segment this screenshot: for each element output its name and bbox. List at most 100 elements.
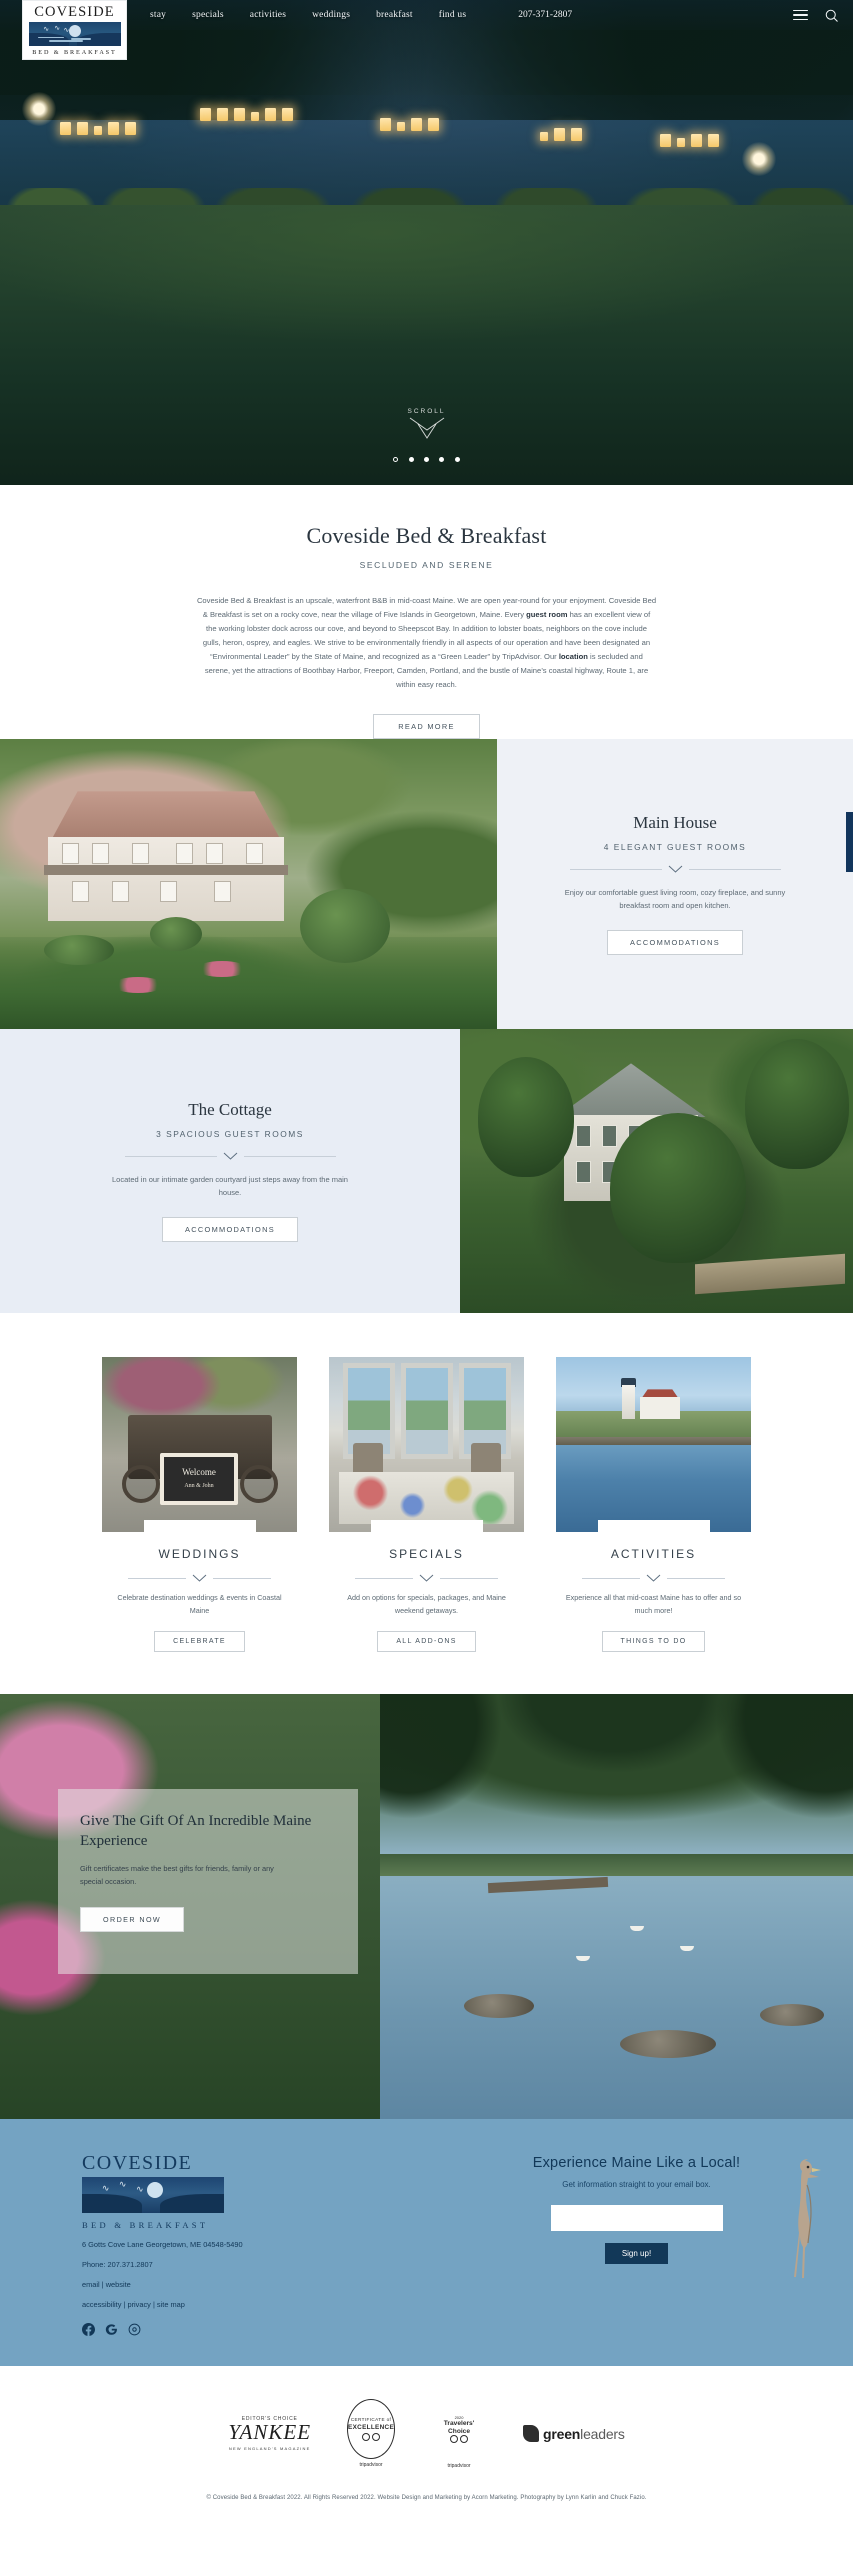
chevron-down-icon <box>192 1574 207 1583</box>
intro-kicker: SECLUDED AND SERENE <box>359 560 494 570</box>
google-icon[interactable] <box>105 2323 118 2336</box>
footer-link-privacy[interactable]: privacy <box>127 2300 150 2309</box>
footer-newsletter-column: Experience Maine Like a Local! Get infor… <box>420 2153 853 2336</box>
nav-link-stay[interactable]: stay <box>150 10 166 20</box>
hero-window-row-left <box>60 122 136 135</box>
card-activities[interactable]: ACTIVITIES Experience all that mid-coast… <box>556 1357 751 1652</box>
footer-social-row <box>82 2323 420 2337</box>
gift-cove-photo <box>380 1693 853 2119</box>
read-more-button[interactable]: READ MORE <box>373 714 480 740</box>
logo-tagline: BED & BREAKFAST <box>32 49 117 56</box>
carousel-dot-1[interactable] <box>393 457 399 462</box>
cottage-section: The Cottage 3 SPACIOUS GUEST ROOMS Locat… <box>0 1029 853 1314</box>
hero-window-row-right <box>660 134 719 147</box>
nav-link-breakfast[interactable]: breakfast <box>376 10 413 20</box>
scroll-cue[interactable]: SCROLL <box>0 408 853 439</box>
cottage-body: Located in our intimate garden courtyard… <box>112 1175 348 1198</box>
hero-lamp-glow-right <box>742 142 776 176</box>
tripadvisor-icon[interactable] <box>128 2323 141 2336</box>
hero-slideshow[interactable]: stay specials activities weddings breakf… <box>0 0 853 485</box>
hero-lamp-glow-left <box>22 92 56 126</box>
facebook-icon[interactable] <box>82 2323 95 2337</box>
card-specials-button[interactable]: ALL ADD-ONS <box>377 1630 476 1652</box>
nav-phone-number[interactable]: 207-371-2807 <box>518 10 572 20</box>
card-activities-button[interactable]: THINGS TO DO <box>601 1630 706 1652</box>
main-house-body: Enjoy our comfortable guest living room,… <box>564 888 786 911</box>
tripadvisor-certificate-badge: CERTIFICATE of EXCELLENCE tripadvisor <box>347 2399 396 2468</box>
footer-phone[interactable]: Phone: 207.371.2807 <box>82 2259 420 2270</box>
heron-illustration <box>794 2158 821 2278</box>
footer-contact-column: COVESIDE ∿ ∿ ∿ BED & BREAKFAST 6 Gotts C… <box>0 2151 420 2337</box>
nav-link-weddings[interactable]: weddings <box>312 10 350 20</box>
scroll-label: SCROLL <box>407 408 446 415</box>
yankee-badge-sub: NEW ENGLAND'S MAGAZINE <box>228 2446 311 2452</box>
card-specials[interactable]: SPECIALS Add on options for specials, pa… <box>329 1357 524 1652</box>
footer-link-site-map[interactable]: site map <box>157 2300 185 2309</box>
feature-cards-section: Welcome Ann & John WEDDINGS Celebrate de… <box>0 1313 853 1694</box>
chevron-down-icon <box>668 865 682 873</box>
card-weddings-body: Celebrate destination weddings & events … <box>117 1593 282 1615</box>
travelers-choice-brand: tripadvisor <box>447 2463 471 2470</box>
site-footer: COVESIDE ∿ ∿ ∿ BED & BREAKFAST 6 Gotts C… <box>0 2118 853 2367</box>
travelers-choice-line-2: Choice <box>448 2427 471 2435</box>
certificate-line-2: EXCELLENCE <box>348 2424 395 2432</box>
tripadvisor-travelers-choice-badge: 2020 Travelers' Choice tripadvisor <box>431 2398 487 2469</box>
intro-paragraph: Coveside Bed & Breakfast is an upscale, … <box>197 594 657 692</box>
hero-lawn <box>0 205 853 485</box>
card-weddings-button[interactable]: CELEBRATE <box>154 1630 245 1652</box>
nav-link-activities[interactable]: activities <box>250 10 286 20</box>
chevron-down-icon <box>409 417 444 439</box>
newsletter-email-input[interactable] <box>550 2204 723 2231</box>
footer-links-row-2: accessibility | privacy | site map <box>82 2300 185 2310</box>
greenleaders-bold: green <box>543 2425 581 2442</box>
newsletter-signup-button[interactable]: Sign up! <box>604 2242 669 2264</box>
wedding-sign-top: Welcome <box>182 1467 216 1478</box>
site-logo[interactable]: COVESIDE ∿ ∿ ∿ BED & BREAKFAST <box>22 0 127 60</box>
carousel-dot-4[interactable] <box>439 457 445 462</box>
card-activities-divider <box>556 1574 751 1583</box>
footer-link-email[interactable]: email <box>82 2280 100 2289</box>
footer-logo-wordmark: COVESIDE <box>82 2151 193 2174</box>
side-accent-tab <box>846 812 853 873</box>
carousel-dot-2[interactable] <box>408 457 414 462</box>
card-weddings[interactable]: Welcome Ann & John WEDDINGS Celebrate de… <box>102 1357 297 1652</box>
footer-address: 6 Gotts Cove Lane Georgetown, ME 04548-5… <box>82 2239 243 2249</box>
homepage: stay specials activities weddings breakf… <box>0 0 853 2518</box>
activities-photo <box>556 1357 751 1533</box>
tripadvisor-owl-icon <box>362 2433 380 2442</box>
footer-link-accessibility[interactable]: accessibility <box>82 2300 121 2309</box>
greenleaders-wordmark: greenleaders <box>543 2426 625 2442</box>
top-navigation-bar: stay specials activities weddings breakf… <box>0 0 853 30</box>
main-house-accommodations-button[interactable]: ACCOMMODATIONS <box>607 930 743 956</box>
carousel-dot-3[interactable] <box>424 457 429 462</box>
carousel-dot-5[interactable] <box>454 457 460 462</box>
logo-cove-illustration: ∿ ∿ ∿ <box>28 22 121 46</box>
main-house-section: Main House 4 ELEGANT GUEST ROOMS Enjoy o… <box>0 739 853 1030</box>
card-weddings-divider <box>102 1574 297 1583</box>
gift-certificate-banner: Give The Gift Of An Incredible Maine Exp… <box>0 1693 853 2119</box>
footer-logo-cove-illustration: ∿ ∿ ∿ <box>82 2176 224 2213</box>
hamburger-icon[interactable] <box>793 9 808 21</box>
nav-link-specials[interactable]: specials <box>192 10 224 20</box>
leaf-icon <box>523 2425 540 2443</box>
cottage-accommodations-button[interactable]: ACCOMMODATIONS <box>162 1217 298 1243</box>
intro-bold-location: location <box>558 652 588 662</box>
main-house-photo <box>0 739 497 1030</box>
gift-body: Gift certificates make the best gifts fo… <box>80 1864 274 1886</box>
footer-link-website[interactable]: website <box>106 2280 131 2289</box>
nav-link-find-us[interactable]: find us <box>439 10 467 20</box>
cottage-subtitle: 3 SPACIOUS GUEST ROOMS <box>156 1129 304 1140</box>
chevron-down-icon <box>419 1574 434 1583</box>
wedding-sign-bottom: Ann & John <box>184 1483 214 1490</box>
card-specials-title: SPECIALS <box>389 1547 464 1562</box>
card-weddings-title: WEDDINGS <box>158 1547 241 1562</box>
search-icon[interactable] <box>824 8 839 23</box>
carousel-dots[interactable] <box>0 449 853 467</box>
gift-order-now-button[interactable]: ORDER NOW <box>80 1906 185 1932</box>
card-specials-body: Add on options for specials, packages, a… <box>347 1593 506 1615</box>
footer-links-row-1: email | website <box>82 2280 131 2290</box>
main-house-title: Main House <box>633 813 717 833</box>
gift-title: Give The Gift Of An Incredible Maine Exp… <box>80 1812 312 1849</box>
yankee-badge-main: YANKEE <box>228 2420 312 2445</box>
intro-bold-guest-room: guest room <box>526 610 568 620</box>
